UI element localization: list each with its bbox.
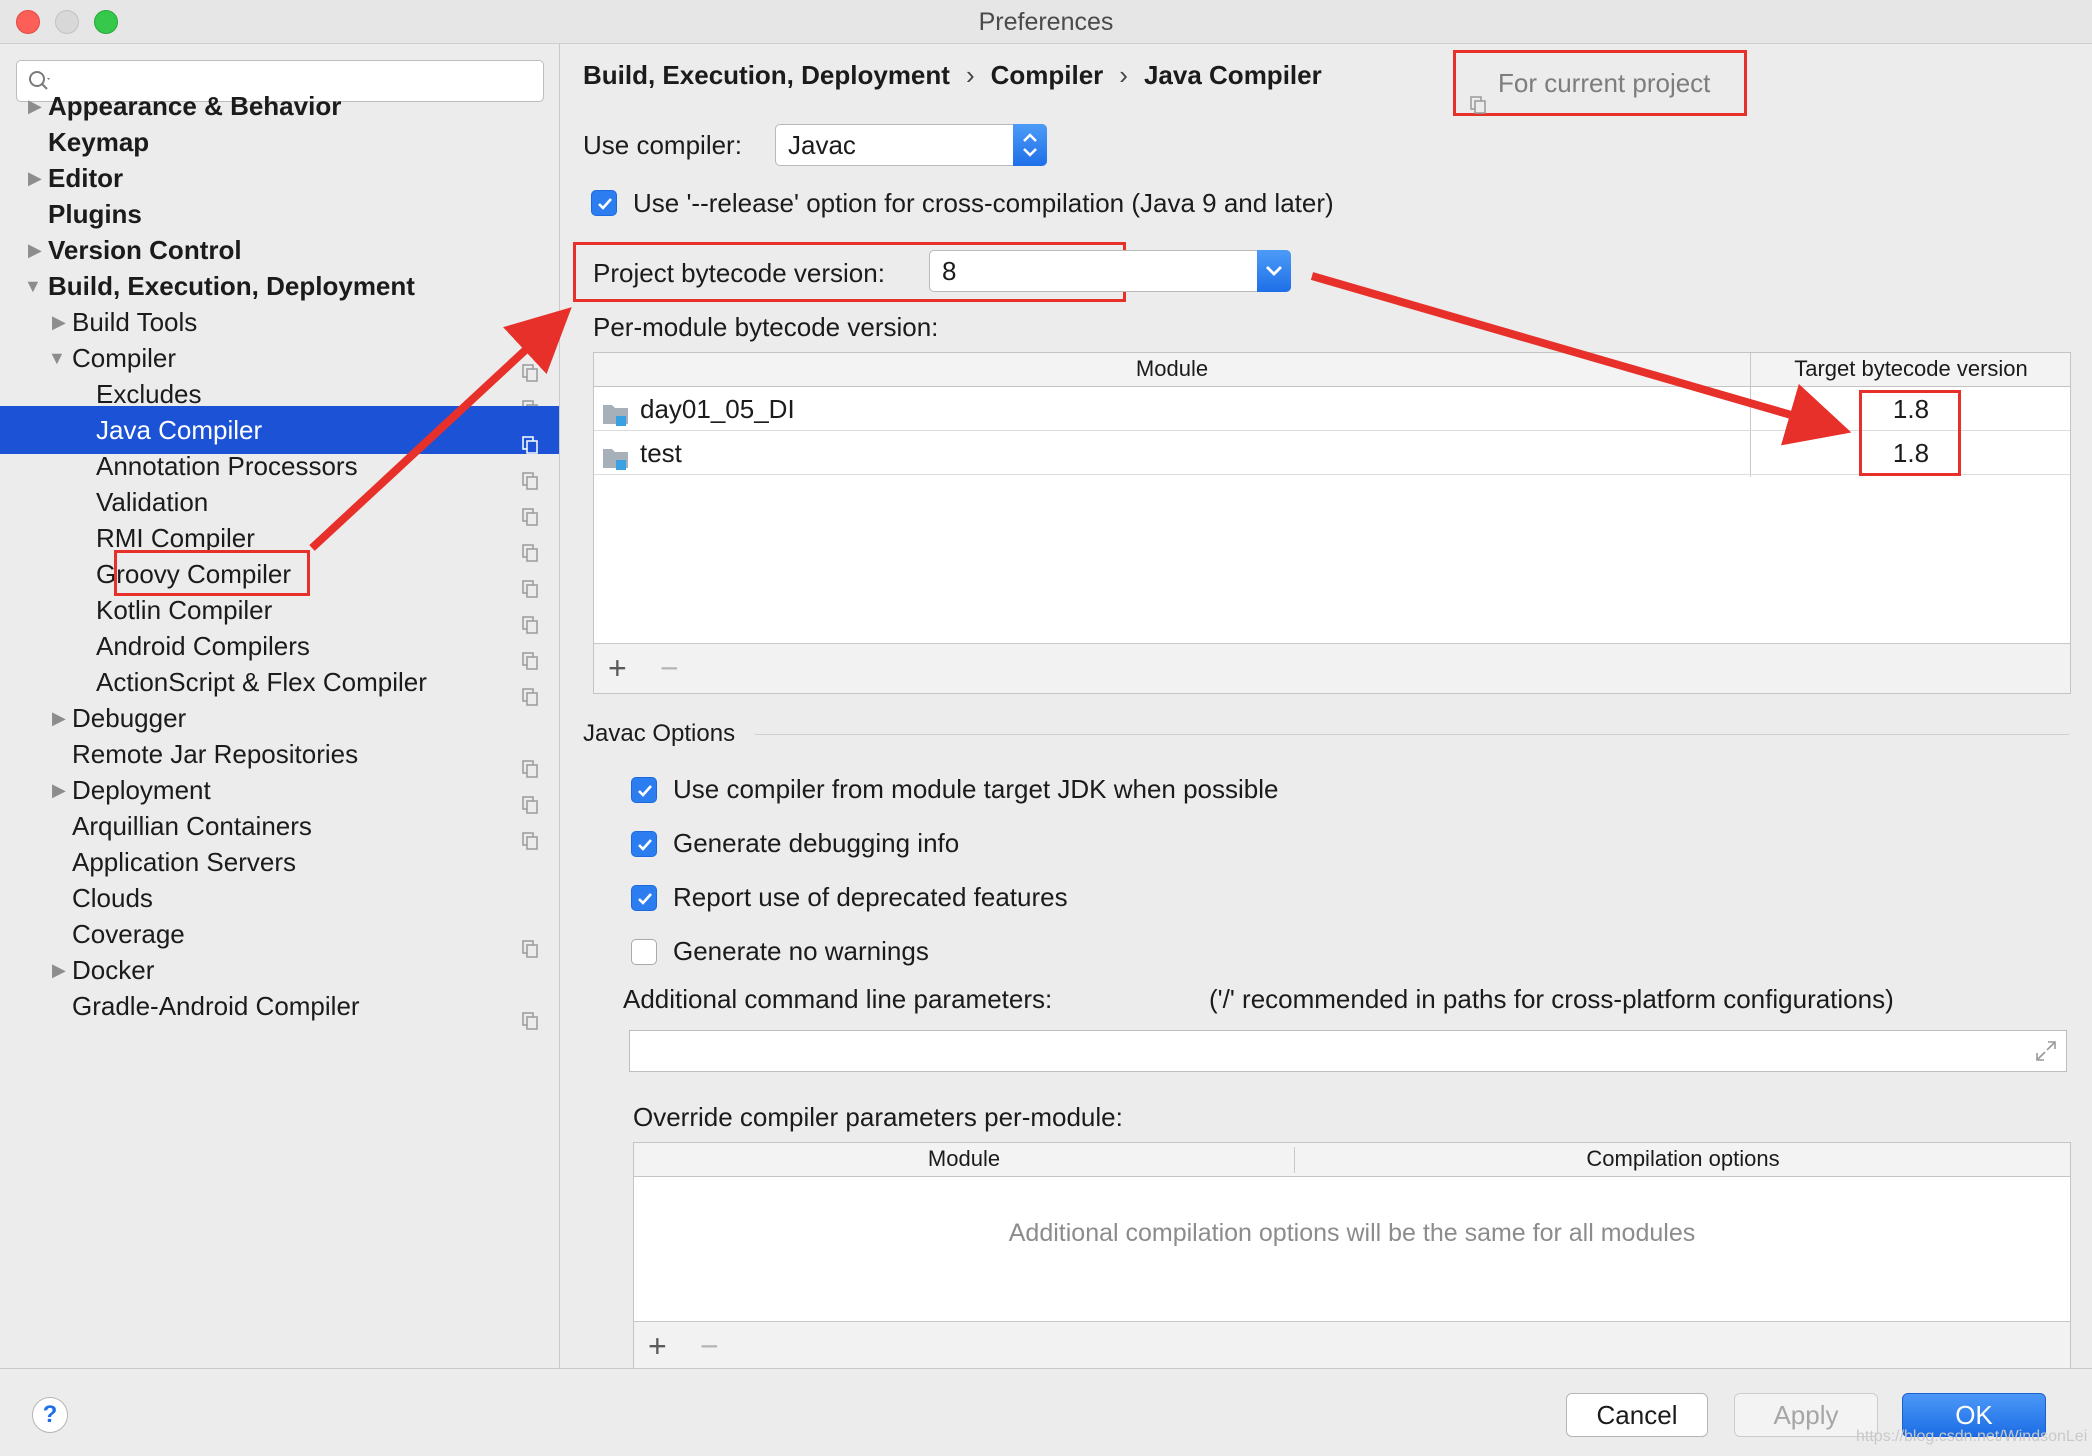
breadcrumb-item: Build, Execution, Deployment: [583, 60, 950, 90]
breadcrumb: Build, Execution, Deployment › Compiler › Ja…: [583, 60, 1322, 91]
sidebar-item-gradle-android-compiler[interactable]: Gradle-Android Compiler: [0, 982, 559, 1030]
project-scope-icon: [522, 421, 538, 454]
module-name: day01_05_DI: [640, 394, 795, 424]
override-table: Module Compilation options Additional co…: [633, 1142, 2071, 1371]
title-bar: Preferences: [0, 0, 2092, 44]
per-module-label: Per-module bytecode version:: [593, 312, 939, 342]
module-name: test: [640, 438, 682, 468]
column-header-module[interactable]: Module: [594, 353, 1750, 387]
empty-state-message: Additional compilation options will be t…: [1008, 1219, 1696, 1247]
checkmark-icon: [598, 198, 612, 210]
remove-module-button[interactable]: −: [660, 650, 679, 687]
cmdline-input[interactable]: [629, 1030, 2067, 1072]
add-override-button[interactable]: +: [648, 1328, 667, 1365]
project-scope-icon: [522, 925, 538, 958]
project-scope-icon: [522, 457, 538, 490]
module-folder-icon: [602, 440, 630, 484]
column-header-compilation-options[interactable]: Compilation options: [1295, 1143, 2071, 1177]
project-scope-icon: [522, 997, 538, 1030]
release-option-label: Use '--release' option for cross-compila…: [633, 188, 1334, 218]
column-header-module[interactable]: Module: [634, 1143, 1294, 1177]
option-label: Report use of deprecated features: [673, 882, 1068, 912]
dialog-button-bar: ? Cancel Apply OK: [0, 1368, 2092, 1456]
scope-indicator: For current project: [1453, 50, 1747, 116]
table-row[interactable]: test 1.8: [594, 431, 2070, 475]
project-scope-icon: [522, 385, 538, 418]
checkmark-icon: [638, 893, 652, 905]
option-label: Generate debugging info: [673, 828, 960, 858]
override-label: Override compiler parameters per-module:: [633, 1102, 1123, 1132]
scope-label: For current project: [1498, 68, 1711, 98]
option-label: Generate no warnings: [673, 936, 929, 966]
up-down-arrow-icon: [1013, 124, 1047, 166]
option-checkbox-deprecated[interactable]: [631, 885, 657, 911]
chevron-down-icon: [1257, 250, 1291, 292]
settings-tree: ▶ Appearance & Behavior Keymap ▶ Editor …: [0, 44, 560, 1368]
add-module-button[interactable]: +: [608, 650, 627, 687]
column-divider: [1294, 1147, 1295, 1173]
javac-options-section: Javac Options: [583, 720, 736, 747]
expand-icon[interactable]: [2034, 1039, 2058, 1068]
bytecode-select[interactable]: 8: [929, 250, 1291, 292]
compiler-value: Javac: [788, 130, 856, 160]
table-row[interactable]: day01_05_DI 1.8: [594, 387, 2070, 431]
per-module-table: Module Target bytecode version day01_05_…: [593, 352, 2071, 694]
bytecode-label: Project bytecode version:: [593, 258, 885, 288]
option-label: Use compiler from module target JDK when…: [673, 774, 1279, 804]
annotation-box-target-versions: [1859, 390, 1961, 476]
table-toolbar: + −: [634, 1321, 2070, 1371]
compiler-label: Use compiler:: [583, 130, 742, 160]
project-scope-icon: [522, 349, 538, 382]
bytecode-value: 8: [942, 256, 957, 286]
project-scope-icon: [522, 745, 538, 778]
section-divider: [755, 734, 2069, 735]
remove-override-button[interactable]: −: [700, 1328, 719, 1365]
project-scope-icon: [522, 493, 538, 526]
cancel-button[interactable]: Cancel: [1566, 1393, 1708, 1437]
breadcrumb-separator: ›: [1119, 60, 1128, 90]
table-toolbar: + −: [594, 643, 2070, 693]
window-title: Preferences: [978, 8, 1114, 36]
option-checkbox-no-warnings[interactable]: [631, 939, 657, 965]
breadcrumb-item: Compiler: [990, 60, 1104, 90]
project-scope-icon: [522, 313, 538, 346]
help-button[interactable]: ?: [32, 1397, 68, 1433]
project-scope-icon: [1470, 75, 1486, 114]
project-scope-icon: [522, 637, 538, 670]
project-scope-icon: [522, 601, 538, 634]
option-checkbox-target-jdk[interactable]: [631, 777, 657, 803]
table-header: Module Target bytecode version: [594, 353, 2070, 387]
project-scope-icon: [522, 565, 538, 598]
checkmark-icon: [638, 785, 652, 797]
breadcrumb-separator: ›: [965, 60, 975, 90]
table-header: Module Compilation options: [634, 1143, 2070, 1177]
checkmark-icon: [638, 839, 652, 851]
annotation-box-java-compiler: [114, 550, 310, 596]
watermark: https://blog.csdn.net/WindsonLei: [1856, 1428, 2088, 1445]
project-scope-icon: [522, 673, 538, 706]
settings-content: Build, Execution, Deployment › Compiler › Ja…: [561, 44, 2092, 1371]
cmdline-label: Additional command line parameters:: [623, 984, 1053, 1014]
option-checkbox-debugging-info[interactable]: [631, 831, 657, 857]
project-scope-icon: [522, 781, 538, 814]
column-header-target-version[interactable]: Target bytecode version: [1751, 353, 2071, 387]
breadcrumb-item: Java Compiler: [1143, 60, 1322, 90]
project-scope-icon: [522, 817, 538, 850]
cmdline-hint: ('/' recommended in paths for cross-plat…: [1209, 984, 1894, 1014]
compiler-select[interactable]: Javac: [775, 124, 1047, 166]
release-option-checkbox[interactable]: [591, 190, 617, 216]
project-scope-icon: [522, 529, 538, 562]
